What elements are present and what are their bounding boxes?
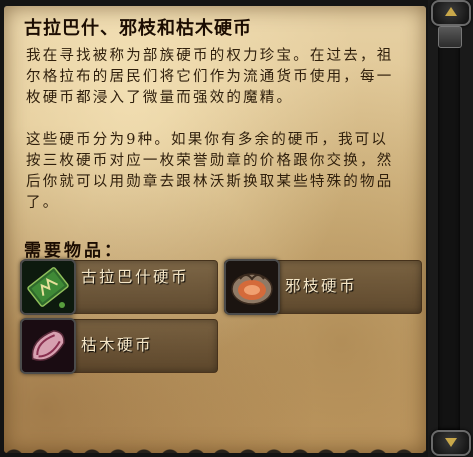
scroll-track[interactable] (438, 30, 460, 430)
witherbark-coin-icon (20, 318, 76, 374)
torn-paper-edge (4, 437, 426, 457)
scroll-thumb[interactable] (438, 26, 462, 48)
required-item-label: 邪枝硬币 (285, 277, 358, 295)
quest-paragraph: 我在寻找被称为部族硬币的权力珍宝。在过去，祖尔格拉布的居民们将它们作为流通货币使… (26, 48, 394, 106)
scroll-up-arrow-icon (445, 7, 457, 16)
scroll-down-arrow-icon (445, 438, 457, 447)
gurubashi-coin-icon (20, 259, 76, 315)
required-items-heading: 需要物品： (24, 241, 124, 261)
required-item-label: 枯木硬币 (81, 336, 154, 354)
quest-parchment: 古拉巴什、邪枝和枯木硬币 我在寻找被称为部族硬币的权力珍宝。在过去，祖尔格拉布的… (4, 6, 426, 453)
required-item-gurubashi-coin[interactable]: 古拉巴什硬币 (20, 259, 218, 315)
quest-frame: 古拉巴什、邪枝和枯木硬币 我在寻找被称为部族硬币的权力珍宝。在过去，祖尔格拉布的… (0, 0, 473, 457)
scrollbar[interactable] (428, 0, 473, 457)
quest-paragraph: 这些硬币分为9种。如果你有多余的硬币，我可以按三枚硬币对应一枚荣誉勋章的价格跟你… (26, 132, 394, 211)
scroll-up-button[interactable] (431, 0, 471, 26)
required-item-label: 古拉巴什硬币 (81, 268, 190, 286)
quest-title: 古拉巴什、邪枝和枯木硬币 (24, 18, 252, 39)
required-item-witherbark-coin[interactable]: 枯木硬币 (20, 318, 218, 374)
required-item-vilebranch-coin[interactable]: 邪枝硬币 (224, 259, 422, 315)
quest-description: 我在寻找被称为部族硬币的权力珍宝。在过去，祖尔格拉布的居民们将它们作为流通货币使… (26, 46, 398, 214)
vilebranch-coin-icon (224, 259, 280, 315)
scroll-down-button[interactable] (431, 430, 471, 456)
